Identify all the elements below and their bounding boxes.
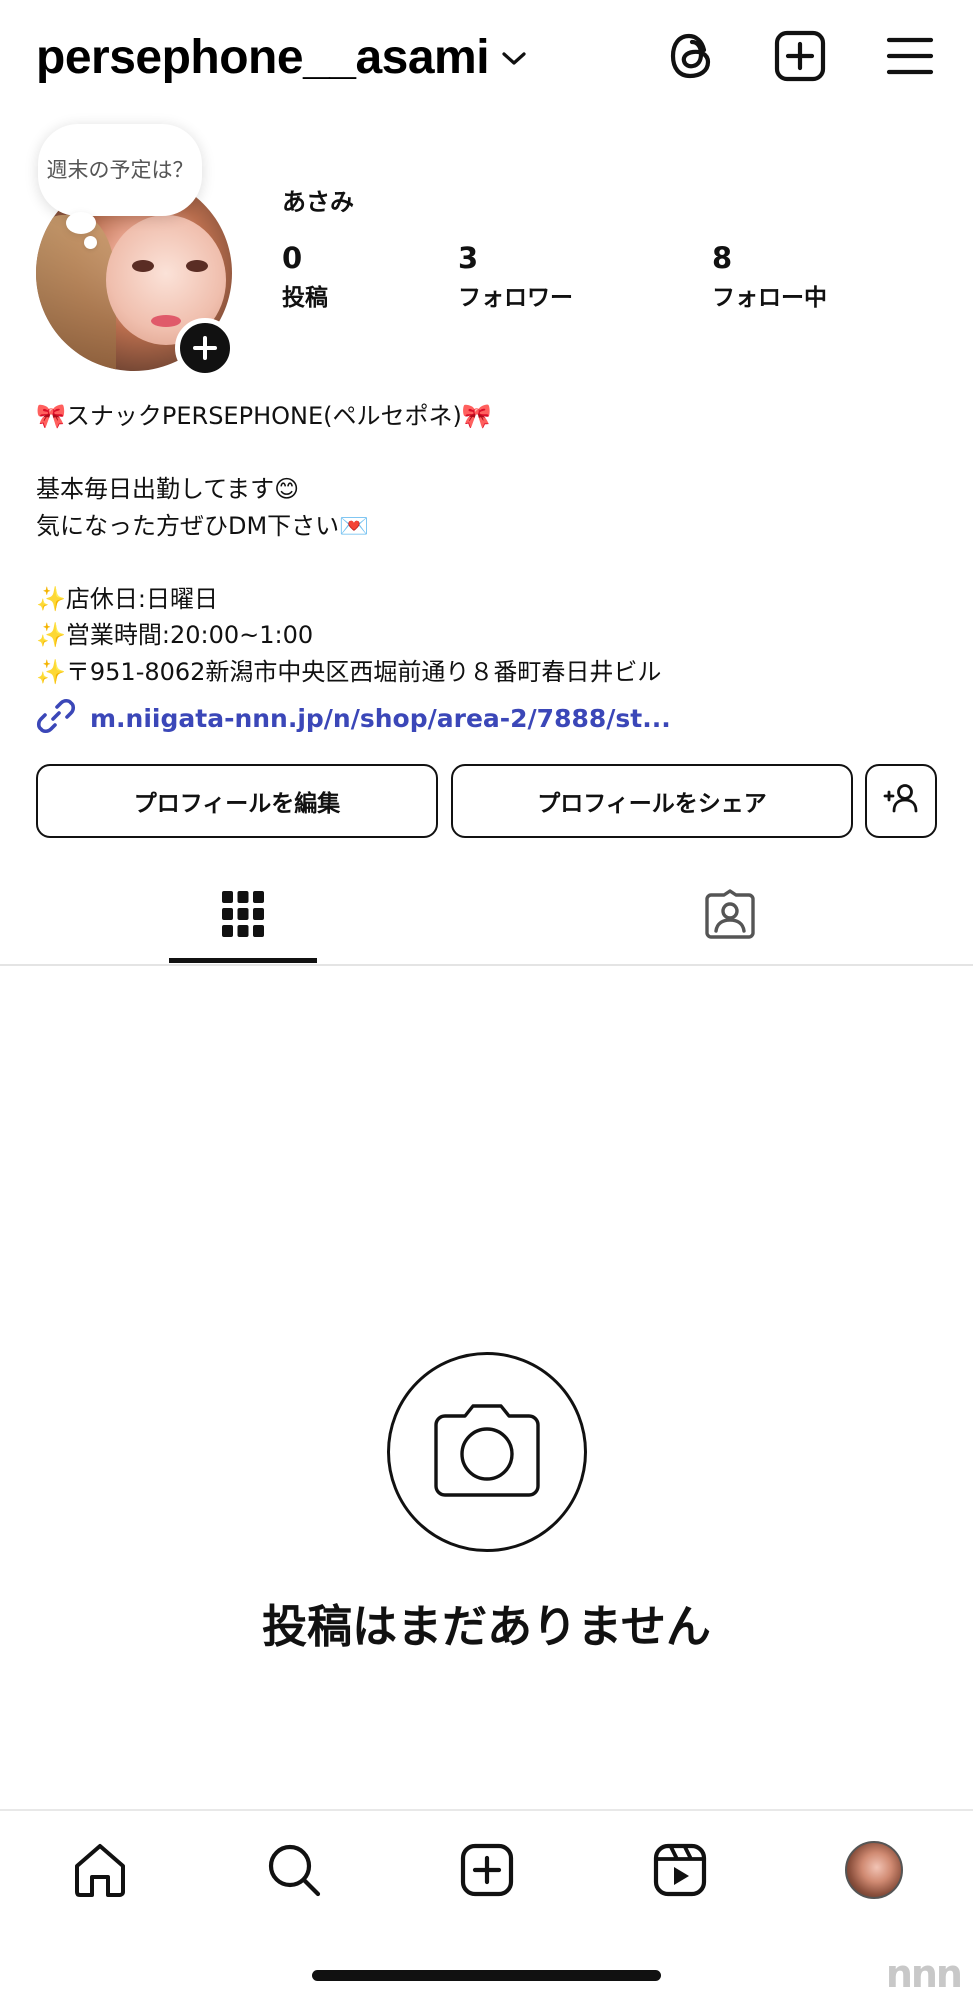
bio-line: ✨〒951-8062新潟市中央区西堀前通り８番町春日井ビル bbox=[36, 657, 662, 686]
link-icon bbox=[36, 696, 76, 740]
bio-line bbox=[36, 544, 936, 581]
bottom-nav-divider bbox=[0, 1809, 973, 1811]
bio-line: 🎀スナックPERSEPHONE(ペルセポネ)🎀 bbox=[36, 402, 492, 430]
reels-icon[interactable] bbox=[648, 1838, 712, 1902]
bio: 🎀スナックPERSEPHONE(ペルセポネ)🎀 基本毎日出勤してます😊 気になっ… bbox=[36, 398, 936, 690]
search-icon[interactable] bbox=[262, 1838, 326, 1902]
profile-avatar-small bbox=[845, 1841, 903, 1899]
note-bubble-tail bbox=[66, 212, 96, 234]
note-bubble-tail bbox=[84, 236, 97, 249]
bio-line: 気になった方ぜひDM下さい💌 bbox=[36, 511, 370, 540]
stat-posts-label: 投稿 bbox=[282, 285, 328, 311]
stat-posts-count: 0 bbox=[282, 241, 303, 275]
avatar-lips bbox=[151, 315, 181, 327]
grid-icon bbox=[221, 890, 265, 942]
stat-following-count: 8 bbox=[712, 241, 733, 275]
stat-posts[interactable]: 0 投稿 bbox=[282, 240, 328, 312]
tab-grid[interactable] bbox=[169, 868, 317, 964]
plus-square-icon[interactable] bbox=[770, 26, 830, 86]
stat-followers-count: 3 bbox=[458, 241, 479, 275]
username: persephone__asami bbox=[36, 31, 490, 84]
watermark-logo: nnn bbox=[885, 1952, 963, 1996]
bio-line: ✨営業時間:20:00~1:00 bbox=[36, 621, 314, 649]
top-bar: persephone__asami bbox=[0, 0, 973, 115]
empty-state-message: 投稿はまだありません bbox=[262, 1600, 711, 1653]
create-icon[interactable] bbox=[455, 1838, 519, 1902]
camera-circle bbox=[387, 1352, 587, 1552]
add-person-icon bbox=[882, 782, 920, 820]
threads-icon[interactable] bbox=[662, 26, 722, 86]
bio-line bbox=[36, 435, 936, 472]
note-bubble[interactable]: 週末の予定は？ bbox=[38, 124, 202, 216]
hamburger-menu-icon[interactable] bbox=[880, 26, 940, 86]
bio-link-text: m.niigata-nnn.jp/n/shop/area-2/7888/st..… bbox=[90, 703, 671, 733]
add-story-icon[interactable] bbox=[175, 318, 235, 378]
camera-icon bbox=[431, 1402, 543, 1502]
share-profile-button[interactable]: プロフィールをシェア bbox=[451, 764, 853, 838]
tagged-icon bbox=[704, 889, 756, 943]
bio-line: ✨店休日:日曜日 bbox=[36, 584, 218, 613]
avatar-eye bbox=[132, 260, 154, 272]
avatar-hair bbox=[36, 215, 116, 371]
chevron-down-icon bbox=[501, 50, 527, 72]
home-indicator[interactable] bbox=[312, 1970, 661, 1981]
account-switcher[interactable]: persephone__asami bbox=[36, 30, 527, 85]
stat-following[interactable]: 8 フォロー中 bbox=[712, 240, 827, 312]
stat-followers-label: フォロワー bbox=[458, 285, 573, 311]
avatar-eye bbox=[186, 260, 208, 272]
bio-line: 基本毎日出勤してます😊 bbox=[36, 475, 300, 503]
tabs-divider bbox=[0, 964, 973, 966]
active-tab-indicator bbox=[169, 958, 317, 963]
bio-link[interactable]: m.niigata-nnn.jp/n/shop/area-2/7888/st..… bbox=[36, 696, 671, 740]
nav-profile[interactable] bbox=[842, 1838, 906, 1902]
tab-tagged[interactable] bbox=[656, 868, 804, 964]
home-icon[interactable] bbox=[68, 1838, 132, 1902]
stat-followers[interactable]: 3 フォロワー bbox=[458, 240, 573, 312]
discover-people-button[interactable] bbox=[865, 764, 937, 838]
edit-profile-button[interactable]: プロフィールを編集 bbox=[36, 764, 438, 838]
stat-following-label: フォロー中 bbox=[712, 285, 827, 311]
display-name: あさみ bbox=[282, 188, 354, 216]
